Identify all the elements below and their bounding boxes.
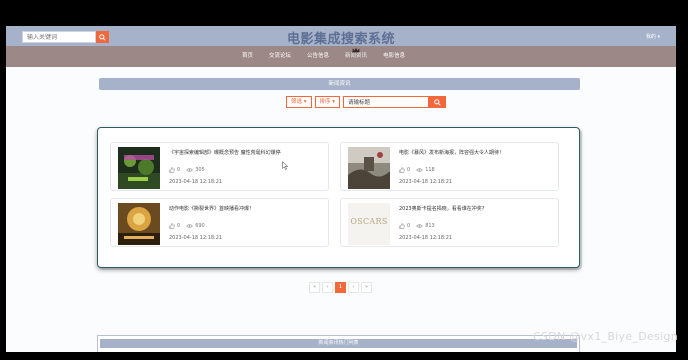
eye-icon [416, 224, 424, 228]
likes-count: 0 [169, 167, 180, 173]
news-stats: 0 690 [169, 223, 211, 229]
news-date: 2023-04-18 12:18:21 [169, 235, 223, 241]
views-count: 813 [416, 223, 435, 229]
news-stats: 0 305 [169, 167, 211, 173]
news-card[interactable]: OSCARS 2023奥斯卡提名揭晓，看看谁在冲奖? 0 813 2023-04… [340, 198, 559, 247]
site-title: 电影集成搜索系统 [286, 32, 395, 47]
news-search-button[interactable] [429, 96, 447, 108]
views-count: 690 [186, 223, 205, 229]
likes-value: 0 [177, 167, 181, 173]
likes-count: 0 [169, 223, 180, 229]
nav-item-news-label: 新闻资讯 [345, 53, 368, 59]
news-thumbnail [118, 147, 160, 189]
browser-viewport: 电影集成搜索系统 我的 ▾ 首页 交流论坛 公告信息 新闻资讯 电影信息 新闻资… [6, 26, 676, 352]
news-search-input[interactable] [343, 96, 430, 108]
main-nav: 首页 交流论坛 公告信息 新闻资讯 电影信息 [6, 46, 676, 67]
pagination: « ‹ 1 › » [309, 282, 374, 293]
hot-news-title: 新闻资讯热门列表 [100, 339, 577, 348]
like-icon [169, 223, 175, 229]
news-thumbnail [348, 147, 390, 189]
nav-item-home[interactable]: 首页 [234, 46, 261, 67]
news-thumbnail: OSCARS [348, 203, 390, 245]
news-date: 2023-04-18 12:18:21 [169, 179, 223, 185]
screen: 电影集成搜索系统 我的 ▾ 首页 交流论坛 公告信息 新闻资讯 电影信息 新闻资… [0, 0, 688, 360]
eye-icon [416, 168, 424, 172]
news-panel: 《宇宙探索编辑部》曝概念预告 魔性荒诞科幻爆停 0 305 2023-04-18… [97, 127, 580, 268]
oscars-logo-text: OSCARS [350, 217, 388, 226]
views-count: 305 [186, 167, 205, 173]
crown-icon [352, 47, 360, 53]
search-icon [434, 98, 441, 106]
watermark: CSDN @vx1_Biye_Design [532, 330, 678, 343]
views-value: 305 [195, 167, 205, 173]
eye-icon [186, 168, 194, 172]
like-icon [169, 167, 175, 173]
next-page-button[interactable]: › [348, 282, 359, 293]
news-stats: 0 118 [399, 167, 441, 173]
eye-icon [186, 224, 194, 228]
news-title: 电影《暴风》发布新海报，阵容强大令人期待！ [399, 150, 505, 156]
likes-value: 0 [407, 223, 411, 229]
news-date: 2023-04-18 12:18:21 [399, 179, 453, 185]
like-icon [399, 223, 405, 229]
filter-select[interactable]: 筛选 ▾ [286, 96, 312, 108]
first-page-button[interactable]: « [309, 282, 320, 293]
likes-value: 0 [177, 223, 181, 229]
user-menu[interactable]: 我的 ▾ [646, 33, 660, 40]
prev-page-button[interactable]: ‹ [322, 282, 333, 293]
views-count: 118 [416, 167, 435, 173]
top-bar: 电影集成搜索系统 我的 ▾ [6, 26, 676, 47]
news-title: 2023奥斯卡提名揭晓，看看谁在冲奖? [399, 206, 485, 212]
news-date: 2023-04-18 12:18:21 [399, 235, 453, 241]
nav-item-news[interactable]: 新闻资讯 [337, 46, 375, 67]
filter-bar: 筛选 ▾ 排序 ▾ [286, 96, 447, 108]
news-card[interactable]: 《宇宙探索编辑部》曝概念预告 魔性荒诞科幻爆停 0 305 2023-04-18… [110, 142, 329, 191]
hot-news-section: 新闻资讯热门列表 [97, 335, 580, 352]
news-stats: 0 813 [399, 223, 441, 229]
sort-select[interactable]: 排序 ▾ [314, 96, 341, 108]
views-value: 813 [425, 223, 435, 229]
like-icon [399, 167, 405, 173]
likes-count: 0 [399, 167, 410, 173]
last-page-button[interactable]: » [361, 282, 372, 293]
nav-item-forum[interactable]: 交流论坛 [261, 46, 299, 67]
likes-value: 0 [407, 167, 411, 173]
nav-item-movies[interactable]: 电影信息 [375, 46, 413, 67]
views-value: 690 [195, 223, 205, 229]
news-card[interactable]: 动作电影《撕裂世界》首映播看冲爆！ 0 690 2023-04-18 12:18… [110, 198, 329, 247]
news-title: 《宇宙探索编辑部》曝概念预告 魔性荒诞科幻爆停 [169, 150, 281, 156]
section-title: 新闻资讯 [99, 78, 580, 90]
views-value: 118 [425, 167, 435, 173]
mouse-cursor-icon [282, 161, 289, 170]
news-thumbnail [118, 203, 160, 245]
news-card[interactable]: 电影《暴风》发布新海报，阵容强大令人期待！ 0 118 2023-04-18 1… [340, 142, 559, 191]
nav-item-notice[interactable]: 公告信息 [299, 46, 337, 67]
page-1-button[interactable]: 1 [335, 282, 346, 293]
news-title: 动作电影《撕裂世界》首映播看冲爆！ [169, 206, 255, 212]
likes-count: 0 [399, 223, 410, 229]
